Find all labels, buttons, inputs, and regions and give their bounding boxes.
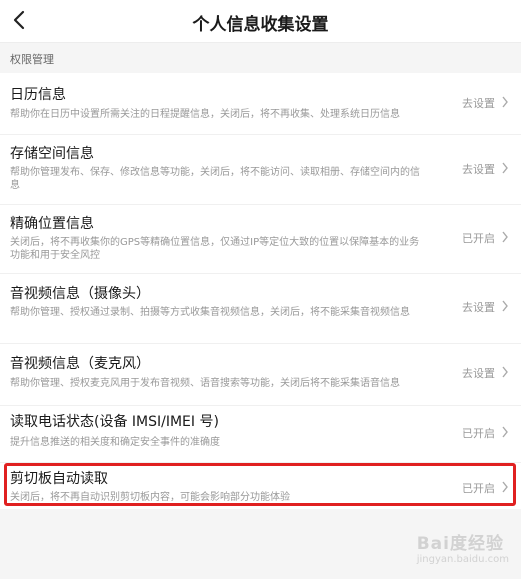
section-label: 权限管理 [10, 53, 54, 66]
item-status: 已开启 [462, 232, 495, 245]
item-title: 日历信息 [10, 87, 66, 103]
item-description: 帮助你管理、授权通过录制、拍摄等方式收集音视频信息，关闭后，将不能采集音视频信息 [10, 307, 410, 318]
item-description: 关闭后，将不再自动识别剪切板内容，可能会影响部分功能体验 [10, 492, 290, 503]
chevron-right-icon [502, 426, 508, 438]
permission-list: 日历信息 帮助你在日历中设置所需关注的日程提醒信息，关闭后，将不再收集、处理系统… [0, 73, 521, 509]
item-description: 帮助你管理、授权麦克风用于发布音视频、语音搜索等功能，关闭后将不能采集语音信息 [10, 378, 400, 389]
page-title: 个人信息收集设置 [192, 15, 329, 35]
watermark: Bai度经验 jingyan.baidu.com [417, 529, 509, 565]
chevron-right-icon [502, 96, 508, 108]
item-title: 音视频信息（麦克风） [10, 356, 150, 372]
item-description: 关闭后，将不再收集你的GPS等精确位置信息，仅通过IP等定位大致的位置以保障基本… [10, 237, 420, 261]
watermark-url: jingyan.baidu.com [416, 554, 509, 565]
list-item-camera[interactable]: 音视频信息（摄像头） 帮助你管理、授权通过录制、拍摄等方式收集音视频信息，关闭后… [0, 274, 521, 344]
item-description: 提升信息推送的相关度和确定安全事件的准确度 [10, 437, 220, 448]
chevron-right-icon [502, 300, 508, 312]
item-status: 去设置 [462, 97, 495, 110]
item-status: 去设置 [462, 367, 495, 380]
item-title: 读取电话状态(设备 IMSI/IMEI 号) [10, 414, 219, 430]
item-description: 帮助你在日历中设置所需关注的日程提醒信息，关闭后，将不再收集、处理系统日历信息 [10, 109, 400, 120]
top-bar: 个人信息收集设置 [0, 0, 521, 43]
list-item-clipboard[interactable]: 剪切板自动读取 关闭后，将不再自动识别剪切板内容，可能会影响部分功能体验 已开启 [0, 463, 521, 509]
chevron-right-icon [502, 366, 508, 378]
watermark-text: Bai度经验 [416, 534, 504, 554]
chevron-right-icon [502, 481, 508, 493]
item-title: 存储空间信息 [10, 146, 94, 162]
list-item-phone-state[interactable]: 读取电话状态(设备 IMSI/IMEI 号) 提升信息推送的相关度和确定安全事件… [0, 406, 521, 463]
item-status: 已开启 [462, 482, 495, 495]
item-title: 剪切板自动读取 [10, 471, 108, 487]
item-title: 精确位置信息 [10, 216, 94, 232]
item-status: 已开启 [462, 427, 495, 440]
item-status: 去设置 [462, 163, 495, 176]
item-title: 音视频信息（摄像头） [10, 286, 150, 302]
list-item-microphone[interactable]: 音视频信息（麦克风） 帮助你管理、授权麦克风用于发布音视频、语音搜索等功能，关闭… [0, 344, 521, 406]
item-description: 帮助你管理发布、保存、修改信息等功能，关闭后，将不能访问、读取相册、存储空间内的… [10, 167, 420, 191]
list-item-location[interactable]: 精确位置信息 关闭后，将不再收集你的GPS等精确位置信息，仅通过IP等定位大致的… [0, 205, 521, 274]
chevron-right-icon [502, 162, 508, 174]
list-item-calendar[interactable]: 日历信息 帮助你在日历中设置所需关注的日程提醒信息，关闭后，将不再收集、处理系统… [0, 73, 521, 135]
chevron-right-icon [502, 231, 508, 243]
list-item-storage[interactable]: 存储空间信息 帮助你管理发布、保存、修改信息等功能，关闭后，将不能访问、读取相册… [0, 135, 521, 205]
item-status: 去设置 [462, 301, 495, 314]
